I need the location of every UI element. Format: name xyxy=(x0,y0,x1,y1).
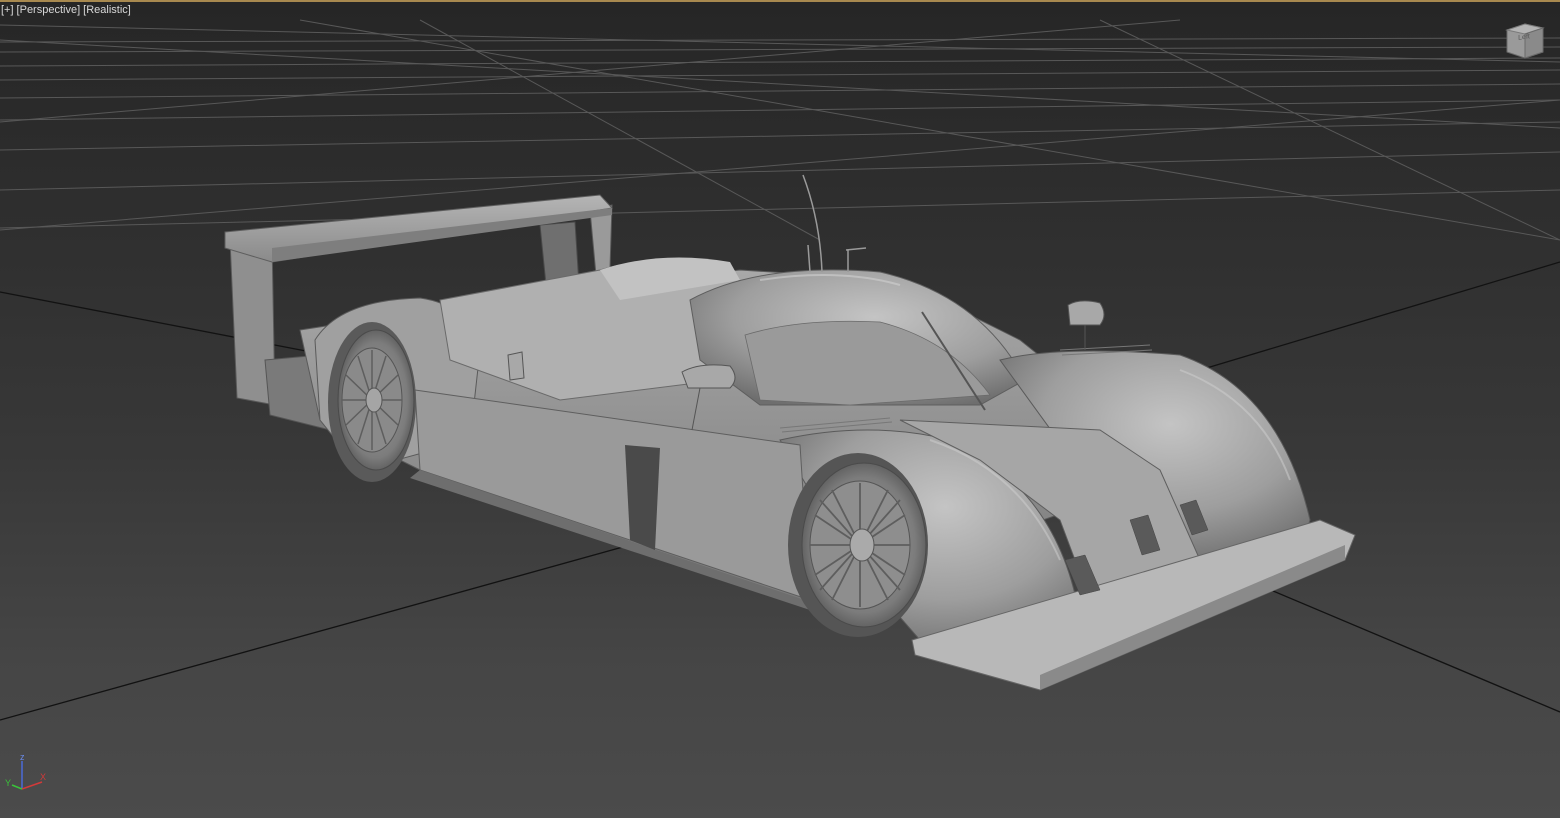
home-grid xyxy=(0,19,1560,241)
viewport-shading-menu[interactable]: [Realistic] xyxy=(83,4,131,16)
viewport-point-of-view-menu[interactable]: [Perspective] xyxy=(17,4,81,16)
perspective-viewport[interactable]: [+] [Perspective] [Realistic] Left z Y X xyxy=(0,0,1560,818)
axis-z-label: z xyxy=(20,752,25,762)
rear-wheel xyxy=(328,322,416,482)
viewport-label-menu: [+] [Perspective] [Realistic] xyxy=(1,4,131,16)
viewcube-icon[interactable]: Left xyxy=(1503,18,1547,62)
race-car-model[interactable] xyxy=(224,174,1356,691)
axis-x-label: X xyxy=(40,772,47,782)
viewport-scene[interactable] xyxy=(0,0,1560,818)
axis-tripod-icon: z Y X xyxy=(2,752,50,798)
front-wheel xyxy=(788,453,928,637)
axis-y-label: Y xyxy=(5,778,12,788)
viewport-general-menu[interactable]: [+] xyxy=(1,4,14,16)
